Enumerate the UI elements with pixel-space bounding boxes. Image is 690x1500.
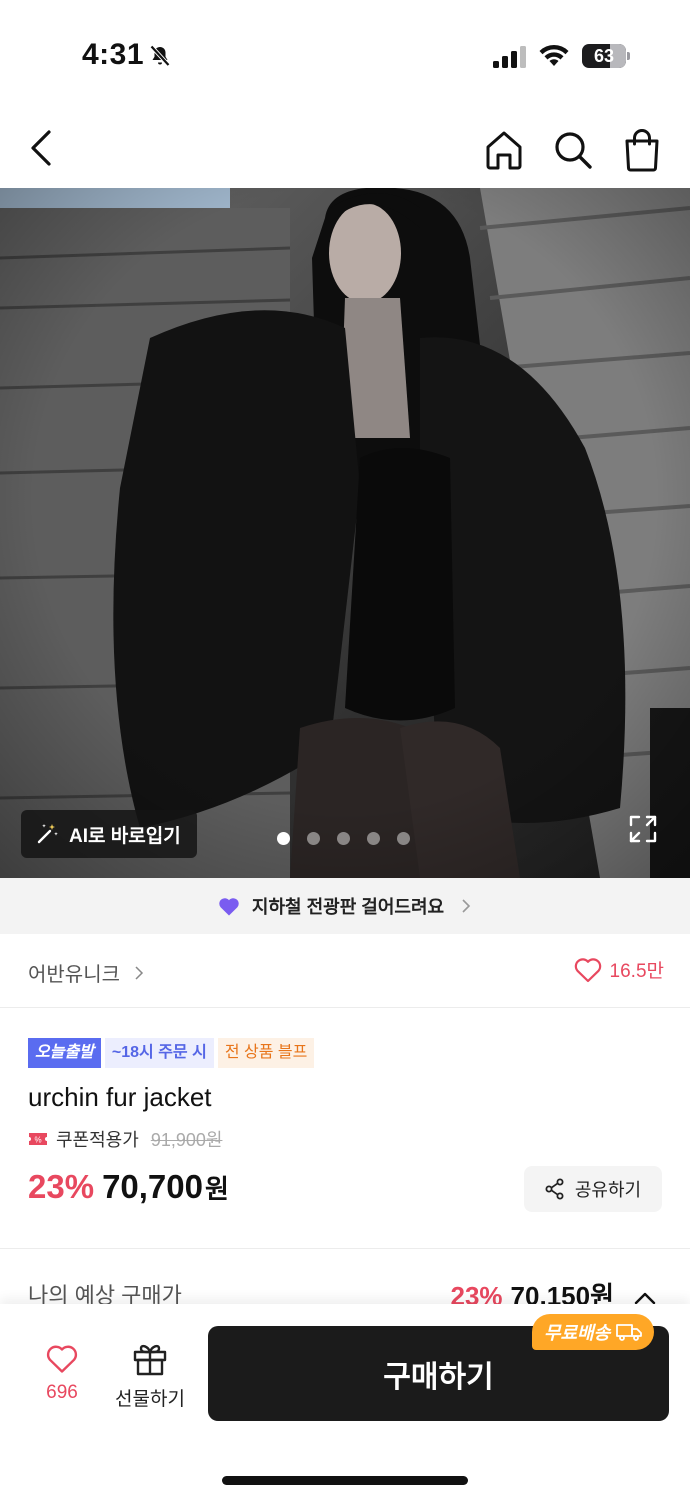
- bell-off-icon: [150, 45, 170, 67]
- brand-like-count: 16.5만: [609, 961, 664, 982]
- nav-bar: [0, 110, 690, 188]
- brand-name: 어반유니크: [28, 964, 120, 986]
- coupon-icon: %: [29, 1133, 47, 1145]
- carousel-dot-3[interactable]: [337, 832, 350, 845]
- chevron-right-icon: [462, 899, 471, 913]
- brand-like-button[interactable]: 16.5만: [574, 956, 664, 983]
- back-icon[interactable]: [22, 126, 62, 170]
- shopping-bag-icon[interactable]: [620, 126, 664, 172]
- expected-price-label: 나의 예상 구매가: [28, 1283, 182, 1306]
- discount-rate: 23%: [28, 1168, 95, 1205]
- product-title: urchin fur jacket: [28, 1082, 212, 1112]
- subway-banner[interactable]: 지하철 전광판 걸어드려요: [0, 878, 690, 934]
- status-time: 4:31: [82, 38, 145, 71]
- banner-text: 지하철 전광판 걸어드려요: [251, 897, 445, 917]
- search-icon[interactable]: [551, 128, 595, 172]
- svg-text:%: %: [34, 1136, 41, 1145]
- bottom-action-bar: 696 선물하기 구매하기 무료배송: [0, 1304, 690, 1500]
- chevron-right-icon: [135, 965, 144, 980]
- wishlist-button[interactable]: 696: [32, 1344, 92, 1404]
- price-row: 23% 70,700 원: [28, 1168, 229, 1206]
- battery-level: 63: [593, 46, 615, 66]
- currency-label: 원: [205, 1174, 229, 1204]
- carousel-dot-4[interactable]: [367, 832, 380, 845]
- brand-row: 어반유니크 16.5만: [0, 934, 690, 1008]
- carousel-dots: [277, 832, 410, 845]
- battery-icon: 63: [582, 44, 630, 68]
- sale-price: 70,700: [102, 1168, 203, 1205]
- free-shipping-label: 무료배송: [544, 1323, 611, 1343]
- carousel-dot-2[interactable]: [307, 832, 320, 845]
- truck-icon: [616, 1324, 643, 1341]
- original-price: 91,900원: [150, 1130, 223, 1150]
- coupon-price-row: % 쿠폰적용가 91,900원: [28, 1126, 222, 1152]
- product-badges: 오늘출발 ~18시 주문 시 전 상품 블프: [28, 1038, 315, 1068]
- heart-icon: [219, 898, 239, 916]
- share-label: 공유하기: [574, 1180, 642, 1200]
- home-icon[interactable]: [482, 128, 526, 172]
- carousel-dot-1[interactable]: [277, 832, 290, 845]
- free-shipping-badge: 무료배송: [532, 1314, 655, 1350]
- gift-label: 선물하기: [115, 1389, 185, 1410]
- expand-icon[interactable]: [628, 814, 658, 844]
- brand-link[interactable]: 어반유니크: [28, 958, 144, 987]
- coupon-label: 쿠폰적용가: [56, 1130, 139, 1150]
- wifi-icon: [539, 44, 569, 66]
- share-button[interactable]: 공유하기: [524, 1166, 662, 1212]
- expected-price-row[interactable]: 나의 예상 구매가 23% 70,150원: [0, 1276, 690, 1306]
- expected-price: 70,150원: [510, 1281, 614, 1306]
- ai-try-on-label: AI로 바로입기: [69, 825, 181, 847]
- buy-label: 구매하기: [383, 1360, 494, 1394]
- expected-discount: 23%: [450, 1281, 503, 1306]
- signal-icon: [493, 46, 526, 68]
- product-photo: [0, 188, 690, 878]
- heart-outline-icon: [574, 957, 601, 982]
- divider: [0, 1248, 690, 1249]
- gift-icon: [133, 1344, 167, 1376]
- chevron-up-icon[interactable]: [634, 1291, 656, 1305]
- ai-try-on-button[interactable]: AI로 바로입기: [21, 810, 197, 858]
- carousel-dot-5[interactable]: [397, 832, 410, 845]
- heart-outline-icon: [46, 1345, 78, 1373]
- order-cutoff-badge: ~18시 주문 시: [104, 1038, 214, 1068]
- wishlist-count: 696: [46, 1382, 78, 1403]
- magic-wand-icon: [37, 824, 58, 844]
- today-shipping-badge: 오늘출발: [28, 1038, 101, 1068]
- share-icon: [545, 1178, 564, 1200]
- product-image-carousel[interactable]: AI로 바로입기: [0, 188, 690, 878]
- gift-button[interactable]: 선물하기: [108, 1340, 192, 1411]
- home-indicator: [222, 1476, 468, 1485]
- black-friday-badge: 전 상품 블프: [217, 1038, 315, 1068]
- status-bar: 4:31 63: [0, 0, 690, 110]
